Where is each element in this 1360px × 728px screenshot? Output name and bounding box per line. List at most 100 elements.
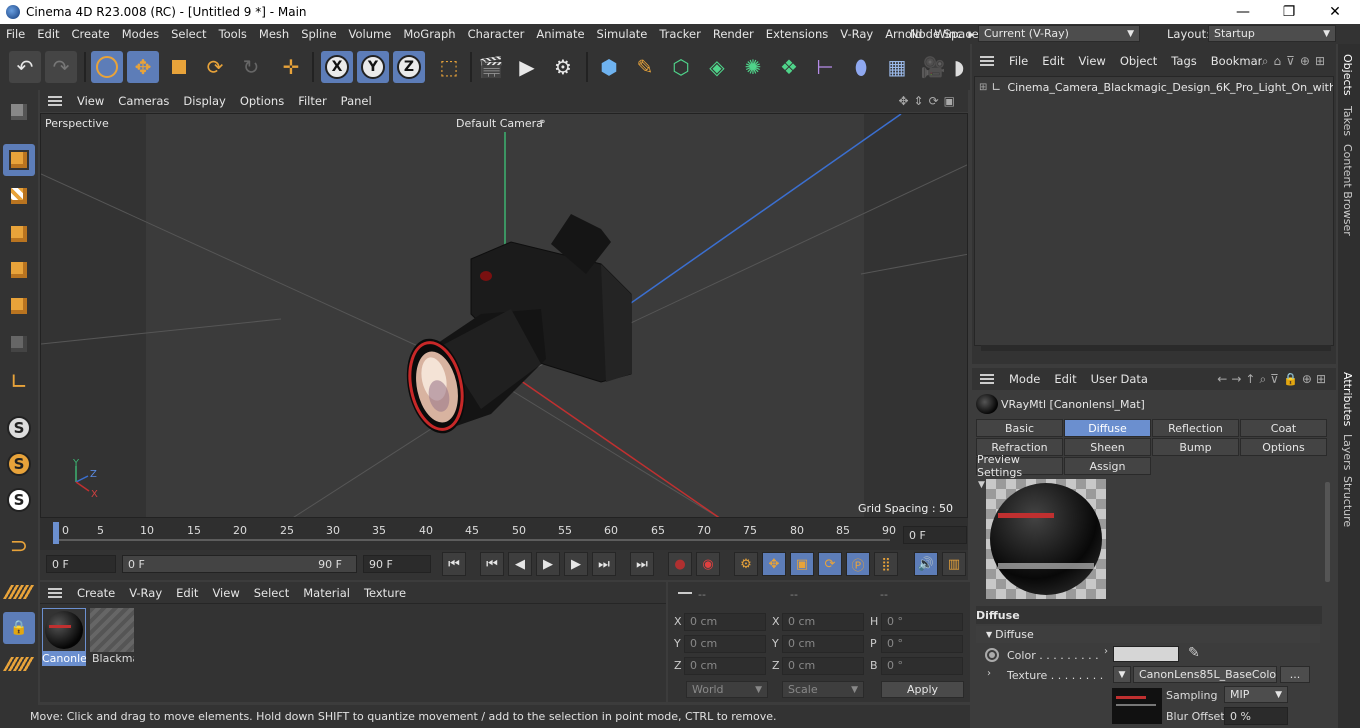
next-key-icon[interactable]: ⏭	[592, 552, 616, 576]
tab-content-browser[interactable]: Content Browser	[1341, 144, 1354, 236]
tab-structure[interactable]: Structure	[1341, 476, 1354, 527]
menu-modes[interactable]: Modes	[116, 27, 165, 41]
size-mode-dropdown[interactable]: Scale ▼	[782, 681, 864, 698]
attributes-menu-mode[interactable]: Mode	[1002, 372, 1047, 386]
recent-tools-icon[interactable]: ↻	[235, 51, 267, 83]
texture-mode-icon[interactable]	[3, 180, 35, 212]
menu-character[interactable]: Character	[462, 27, 531, 41]
size-z-field[interactable]: 0 cm	[782, 657, 864, 675]
viewport-menu-panel[interactable]: Panel	[334, 94, 379, 108]
edges-mode-icon[interactable]	[3, 254, 35, 286]
current-frame-field[interactable]: 0 F	[903, 526, 967, 544]
transform-tool-icon[interactable]: ✛	[275, 51, 307, 83]
menu-edit[interactable]: Edit	[31, 27, 65, 41]
timeline-ruler[interactable]: 0 5 10 15 20 25 30 35 40 45 50 55 60 65 …	[40, 518, 968, 550]
cube-primitive-icon[interactable]: ⬢	[593, 51, 625, 83]
material-preview[interactable]	[986, 479, 1106, 599]
preview-range-slider[interactable]: 0 F 90 F	[122, 555, 357, 573]
scale-tool-icon[interactable]	[163, 51, 195, 83]
viewport-menu-cameras[interactable]: Cameras	[111, 94, 176, 108]
key-rotation-icon[interactable]: ⟳	[818, 552, 842, 576]
color-animate-icon[interactable]	[985, 648, 999, 662]
menu-simulate[interactable]: Simulate	[591, 27, 654, 41]
autokey-icon[interactable]: ◉	[696, 552, 720, 576]
material-menu-vray[interactable]: V-Ray	[122, 586, 169, 600]
position-y-field[interactable]: 0 cm	[684, 635, 766, 653]
3d-viewport[interactable]: Perspective Default Camera ⚭ Y Z X Grid …	[40, 113, 968, 518]
menu-volume[interactable]: Volume	[343, 27, 398, 41]
workplane-rotate-icon[interactable]	[2, 648, 36, 680]
go-to-end-icon[interactable]: ⏭	[630, 552, 654, 576]
material-menu-edit[interactable]: Edit	[169, 586, 205, 600]
make-editable-icon[interactable]	[3, 96, 35, 128]
menu-render[interactable]: Render	[707, 27, 760, 41]
material-menu-texture[interactable]: Texture	[357, 586, 413, 600]
next-frame-icon[interactable]: ▶	[564, 552, 588, 576]
object-menu-object[interactable]: Object	[1113, 54, 1164, 68]
attributes-scrollbar[interactable]	[1325, 482, 1330, 582]
start-frame-field[interactable]: 0 F	[46, 555, 116, 573]
eyedropper-icon[interactable]: ✎	[1188, 645, 1200, 661]
pen-spline-icon[interactable]: ✎	[629, 51, 661, 83]
object-menu-bookmarks[interactable]: Bookmarks	[1204, 54, 1262, 68]
locked-workplane-icon[interactable]: 🔒	[3, 612, 35, 644]
object-menu-file[interactable]: File	[1002, 54, 1035, 68]
tab-objects[interactable]: Objects	[1341, 54, 1354, 96]
material-menu-view[interactable]: View	[205, 586, 246, 600]
material-menu-create[interactable]: Create	[70, 586, 122, 600]
object-menu-edit[interactable]: Edit	[1035, 54, 1071, 68]
key-scale-icon[interactable]: ▣	[790, 552, 814, 576]
keyframe-selection-icon[interactable]: ⚙	[734, 552, 758, 576]
tree-row[interactable]: ⊞ ∟ Cinema_Camera_Blackmagic_Design_6K_P…	[975, 77, 1333, 97]
workplane-icon[interactable]	[2, 576, 36, 608]
cloner-icon[interactable]: ✺	[737, 51, 769, 83]
z-axis-lock-icon[interactable]: Z	[393, 51, 425, 83]
viewport-menu-options[interactable]: Options	[233, 94, 291, 108]
field-icon[interactable]: ⬮	[845, 51, 877, 83]
viewport-hamburger-icon[interactable]	[48, 96, 62, 106]
preview-collapse-icon[interactable]: ▼	[978, 480, 985, 490]
y-axis-lock-icon[interactable]: Y	[357, 51, 389, 83]
material-item[interactable]: Blackma	[90, 608, 134, 666]
redo-icon[interactable]: ↷	[45, 51, 77, 83]
menu-extensions[interactable]: Extensions	[760, 27, 834, 41]
attributes-hamburger-icon[interactable]	[980, 374, 994, 384]
tab-assign[interactable]: Assign	[1064, 457, 1151, 475]
position-x-field[interactable]: 0 cm	[684, 613, 766, 631]
polygons-mode-icon[interactable]	[3, 290, 35, 322]
menu-vray[interactable]: V-Ray	[834, 27, 879, 41]
subdivision-surface-icon[interactable]: ⬡	[665, 51, 697, 83]
menu-file[interactable]: File	[0, 27, 31, 41]
key-parameter-icon[interactable]: Ⓟ	[846, 552, 870, 576]
camera-object-icon[interactable]: 🎥	[917, 51, 949, 83]
snap-icon[interactable]: S	[3, 412, 35, 444]
tab-preview-settings[interactable]: Preview Settings	[976, 453, 1063, 479]
film-strip-icon[interactable]: ▥	[942, 552, 966, 576]
menu-tracker[interactable]: Tracker	[653, 27, 707, 41]
snap-settings-icon[interactable]: S	[3, 448, 35, 480]
object-scrollbar[interactable]	[981, 345, 1331, 351]
object-menu-tags[interactable]: Tags	[1164, 54, 1203, 68]
texture-menu-button[interactable]: ▼	[1113, 666, 1131, 683]
tab-options[interactable]: Options	[1240, 438, 1327, 456]
rotate-tool-icon[interactable]: ⟳	[199, 51, 231, 83]
previous-frame-icon[interactable]: ◀	[508, 552, 532, 576]
coordinate-system-icon[interactable]: ⬚	[433, 51, 465, 83]
maximize-button[interactable]: ❐	[1266, 0, 1312, 24]
material-item[interactable]: Canonle	[42, 608, 86, 666]
menu-spline[interactable]: Spline	[295, 27, 342, 41]
texture-file-button[interactable]: CanonLens85L_BaseColor.p	[1133, 666, 1277, 683]
rotation-h-field[interactable]: 0 °	[881, 613, 963, 631]
tab-coat[interactable]: Coat	[1240, 419, 1327, 437]
mograph-cubes-icon[interactable]: ❖	[773, 51, 805, 83]
live-selection-icon[interactable]	[91, 51, 123, 83]
material-hamburger-icon[interactable]	[48, 587, 62, 598]
tab-sheen[interactable]: Sheen	[1064, 438, 1151, 456]
magnet-icon[interactable]: ⊃	[3, 530, 35, 562]
menu-mograph[interactable]: MoGraph	[397, 27, 461, 41]
viewport-menu-view[interactable]: View	[70, 94, 111, 108]
record-active-icon[interactable]: ●	[668, 552, 692, 576]
sound-icon[interactable]: 🔊	[914, 552, 938, 576]
tab-bump[interactable]: Bump	[1152, 438, 1239, 456]
tab-takes[interactable]: Takes	[1341, 106, 1354, 136]
